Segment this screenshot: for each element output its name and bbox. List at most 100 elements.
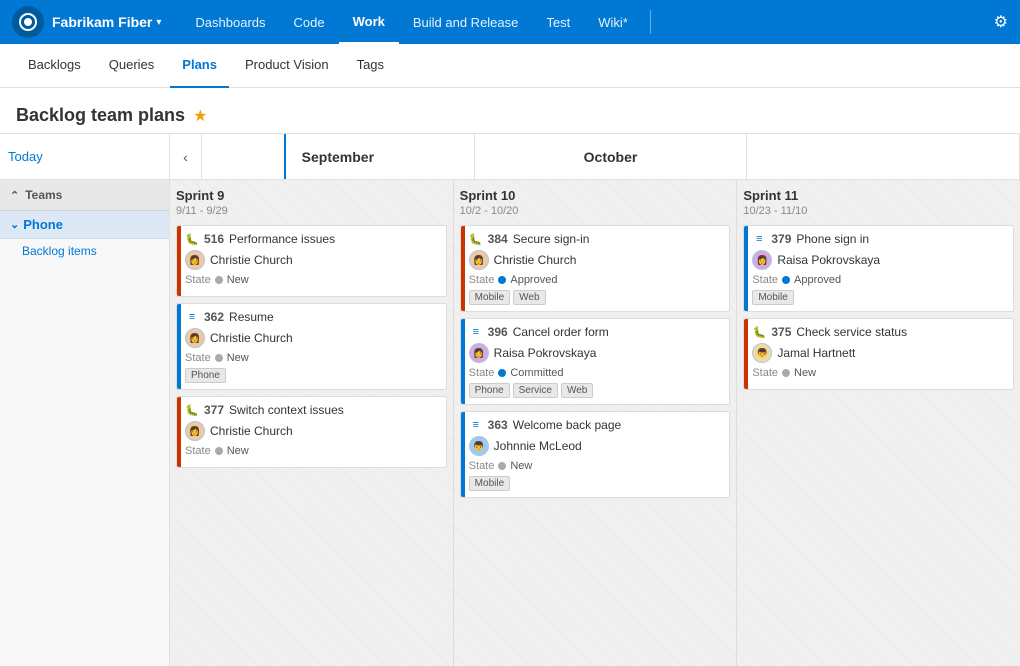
settings-icon[interactable]: ⚙	[994, 12, 1008, 32]
card-379-state-dot	[782, 276, 790, 284]
card-379-id: 379	[771, 232, 791, 246]
card-362-assignee: Christie Church	[210, 331, 293, 345]
card-384-title-row: 🐛 384 Secure sign-in	[469, 232, 722, 246]
work-card-363[interactable]: ≡ 363 Welcome back page 👦 Johnnie McLeod…	[460, 411, 731, 498]
nav-code[interactable]: Code	[280, 0, 339, 44]
card-375-state-value: New	[794, 367, 816, 379]
teams-header: ⌃ Teams	[0, 180, 169, 211]
story-icon-379: ≡	[752, 232, 766, 246]
subnav-queries[interactable]: Queries	[97, 44, 167, 88]
card-379-title-row: ≡ 379 Phone sign in	[752, 232, 1005, 246]
work-card-375[interactable]: 🐛 375 Check service status 👦 Jamal Hartn…	[743, 318, 1014, 390]
subnav-tags[interactable]: Tags	[345, 44, 396, 88]
card-384-assignee-row: 👩 Christie Church	[469, 250, 722, 270]
work-card-396[interactable]: ≡ 396 Cancel order form 👩 Raisa Pokrovsk…	[460, 318, 731, 405]
card-362-tags: Phone	[185, 368, 438, 383]
timeline-top-bar: ‹ September October	[170, 134, 1020, 180]
subnav-plans[interactable]: Plans	[170, 44, 229, 88]
card-384-tags: Mobile Web	[469, 290, 722, 305]
card-362-assignee-row: 👩 Christie Church	[185, 328, 438, 348]
card-363-assignee: Johnnie McLeod	[494, 439, 582, 453]
card-379-tags: Mobile	[752, 290, 1005, 305]
main-layout: Today ⌃ Teams ⌄ Phone Backlog items ‹ Se…	[0, 134, 1020, 666]
work-card-384[interactable]: 🐛 384 Secure sign-in 👩 Christie Church S…	[460, 225, 731, 312]
nav-wiki[interactable]: Wiki*	[584, 0, 642, 44]
month-october: October	[475, 134, 748, 179]
card-379-title: Phone sign in	[796, 232, 869, 246]
sidebar-today-area: Today	[0, 134, 169, 180]
story-icon-362: ≡	[185, 310, 199, 324]
card-379-assignee-row: 👩 Raisa Pokrovskaya	[752, 250, 1005, 270]
card-377-state-dot	[215, 447, 223, 455]
card-362-id: 362	[204, 310, 224, 324]
subnav-product-vision[interactable]: Product Vision	[233, 44, 341, 88]
avatar-396: 👩	[469, 343, 489, 363]
avatar-362: 👩	[185, 328, 205, 348]
sprint-10-name: Sprint 10	[460, 188, 731, 203]
sprint-9-name: Sprint 9	[176, 188, 447, 203]
card-377-state-row: State New	[185, 445, 438, 457]
subnav-backlogs[interactable]: Backlogs	[16, 44, 93, 88]
card-377-title: Switch context issues	[229, 403, 344, 417]
nav-test[interactable]: Test	[532, 0, 584, 44]
card-377-assignee: Christie Church	[210, 424, 293, 438]
card-516-assignee: Christie Church	[210, 253, 293, 267]
favorite-star-icon[interactable]: ★	[193, 106, 207, 126]
today-link[interactable]: Today	[8, 149, 43, 164]
card-375-state-dot	[782, 369, 790, 377]
card-396-id: 396	[488, 325, 508, 339]
collapse-icon[interactable]: ⌃	[10, 189, 19, 202]
card-377-id: 377	[204, 403, 224, 417]
app-logo	[12, 6, 44, 38]
work-card-377[interactable]: 🐛 377 Switch context issues 👩 Christie C…	[176, 396, 447, 468]
tag-mobile-379: Mobile	[752, 290, 793, 305]
month-headers: September October	[202, 134, 1020, 179]
month-label-september: September	[302, 149, 374, 165]
tag-mobile-384: Mobile	[469, 290, 510, 305]
work-card-379[interactable]: ≡ 379 Phone sign in 👩 Raisa Pokrovskaya …	[743, 225, 1014, 312]
bug-icon-384: 🐛	[469, 232, 483, 246]
card-384-state-row: State Approved	[469, 274, 722, 286]
card-363-state-row: State New	[469, 460, 722, 472]
card-384-state-label: State	[469, 274, 495, 286]
story-icon-363: ≡	[469, 418, 483, 432]
card-396-state-row: State Committed	[469, 367, 722, 379]
card-379-state-label: State	[752, 274, 778, 286]
timeline-content: Sprint 9 9/11 - 9/29 🐛 516 Performance i…	[170, 180, 1020, 666]
tag-mobile-363: Mobile	[469, 476, 510, 491]
card-362-state-row: State New	[185, 352, 438, 364]
card-516-id: 516	[204, 232, 224, 246]
avatar-516: 👩	[185, 250, 205, 270]
card-396-state-label: State	[469, 367, 495, 379]
card-363-title: Welcome back page	[513, 418, 622, 432]
app-name-chevron[interactable]: ▾	[156, 17, 161, 28]
work-card-516[interactable]: 🐛 516 Performance issues 👩 Christie Chur…	[176, 225, 447, 297]
nav-build-release[interactable]: Build and Release	[399, 0, 533, 44]
card-363-id: 363	[488, 418, 508, 432]
nav-work[interactable]: Work	[339, 0, 399, 44]
card-384-state-dot	[498, 276, 506, 284]
card-363-state-dot	[498, 462, 506, 470]
card-396-state-dot	[498, 369, 506, 377]
work-card-362[interactable]: ≡ 362 Resume 👩 Christie Church State New	[176, 303, 447, 390]
nav-items: Dashboards Code Work Build and Release T…	[181, 0, 641, 44]
nav-prev-arrow[interactable]: ‹	[170, 134, 202, 179]
sprint-10-column: Sprint 10 10/2 - 10/20 🐛 384 Secure sign…	[454, 180, 738, 666]
card-362-state-label: State	[185, 352, 211, 364]
timeline-area: ‹ September October Sprint 9 9/11 - 9/29	[170, 134, 1020, 666]
team-backlog-items[interactable]: Backlog items	[0, 239, 169, 263]
nav-dashboards[interactable]: Dashboards	[181, 0, 279, 44]
card-363-state-value: New	[510, 460, 532, 472]
team-phone[interactable]: ⌄ Phone	[0, 211, 169, 239]
card-396-assignee-row: 👩 Raisa Pokrovskaya	[469, 343, 722, 363]
today-indicator	[284, 134, 286, 179]
card-375-state-row: State New	[752, 367, 1005, 379]
card-516-title-row: 🐛 516 Performance issues	[185, 232, 438, 246]
card-363-state-label: State	[469, 460, 495, 472]
card-396-tags: Phone Service Web	[469, 383, 722, 398]
card-362-state-dot	[215, 354, 223, 362]
card-516-state-row: State New	[185, 274, 438, 286]
card-375-title-row: 🐛 375 Check service status	[752, 325, 1005, 339]
card-396-state-value: Committed	[510, 367, 563, 379]
card-375-title: Check service status	[796, 325, 907, 339]
